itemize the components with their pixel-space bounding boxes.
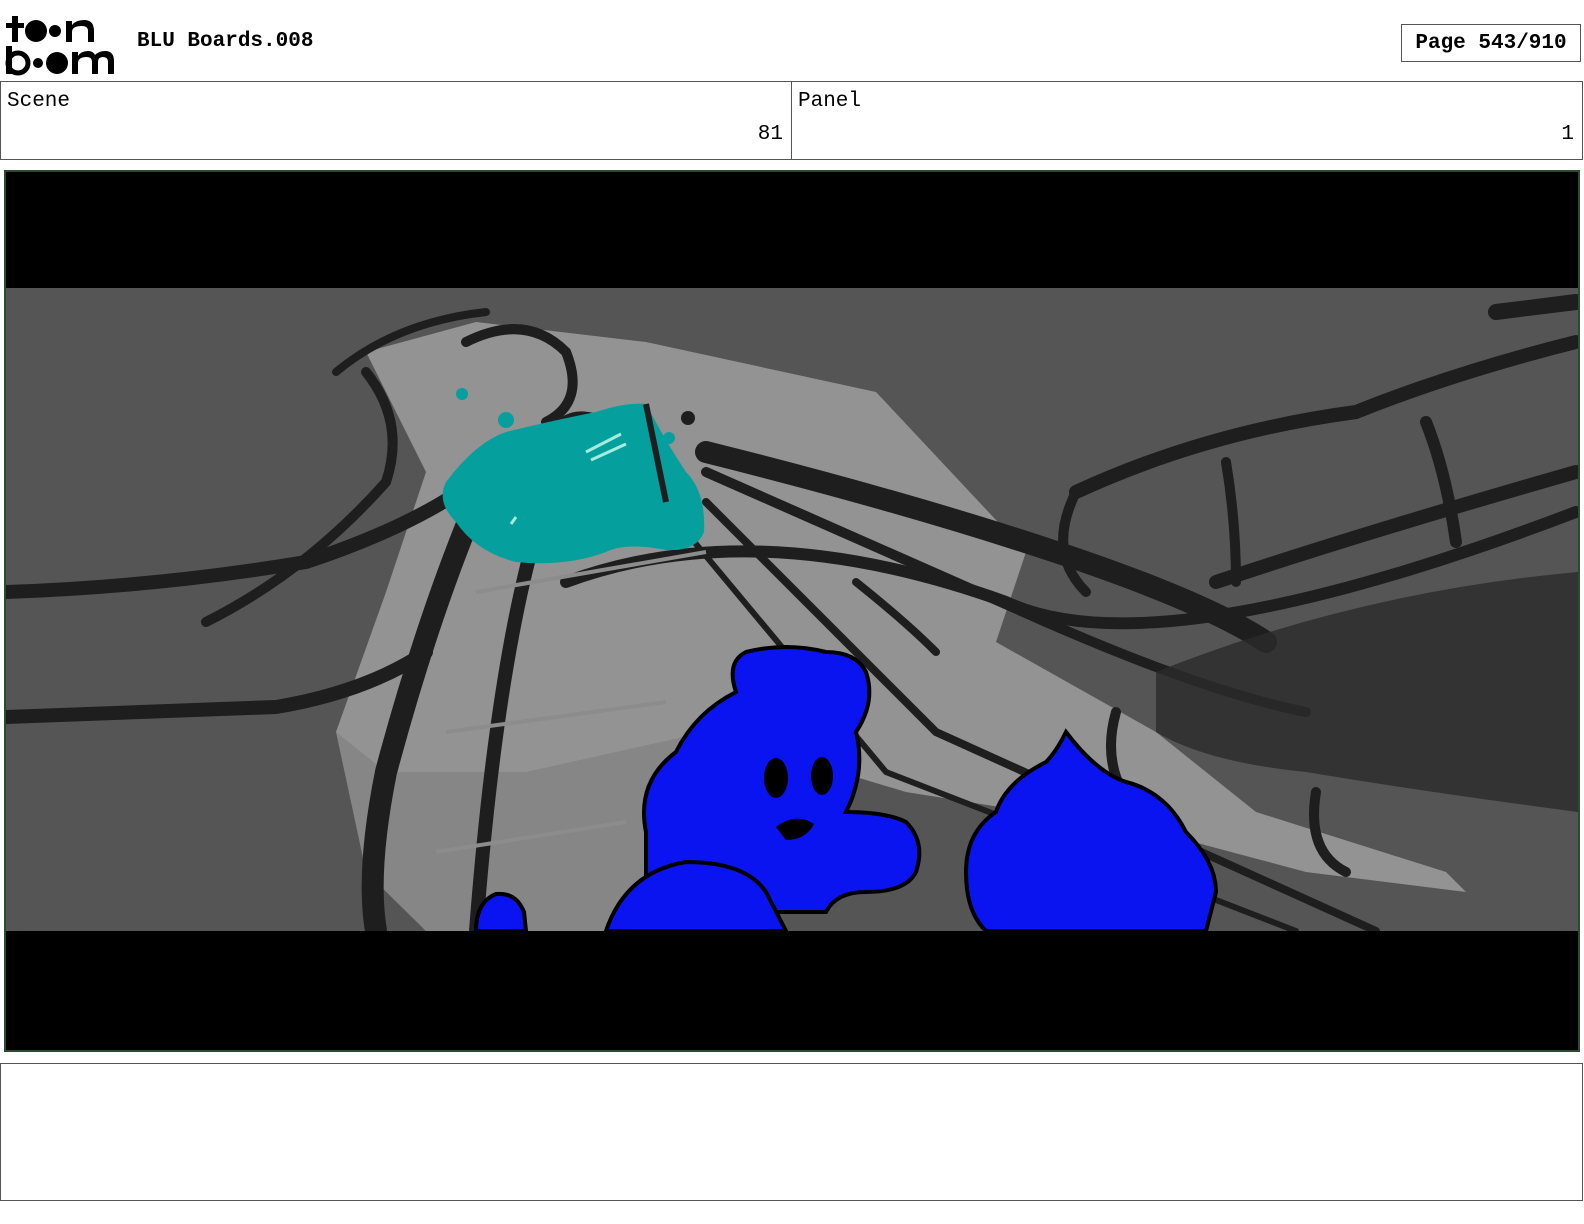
scene-label: Scene [7,90,71,113]
panel-cell: Panel 1 [791,82,1582,159]
document-title: BLU Boards.008 [137,30,314,53]
toon-boom-logo [4,12,116,76]
scene-panel-row: Scene 81 Panel 1 [0,81,1583,160]
page-number: Page 543/910 [1401,24,1581,62]
scene-number: 81 [757,123,783,146]
panel-number: 1 [1561,123,1574,146]
storyboard-panel-image [4,170,1580,1052]
scene-cell: Scene 81 [1,82,791,159]
notes-box [0,1063,1583,1201]
panel-label: Panel [798,90,862,113]
